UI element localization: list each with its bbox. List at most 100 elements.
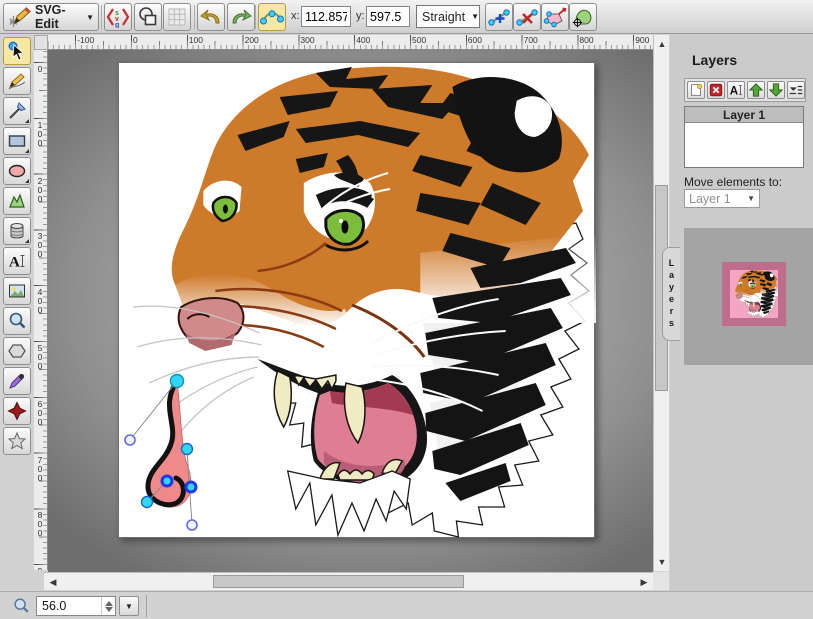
delete-layer-icon [708, 82, 724, 98]
scroll-left-arrow-icon[interactable]: ◀ [46, 575, 60, 589]
vruler-label: 900 [35, 566, 45, 570]
spinner-up-icon[interactable] [105, 601, 113, 606]
hruler-label: 400 [356, 35, 370, 45]
add-sub-path-icon [571, 6, 595, 28]
undo-button[interactable] [197, 3, 225, 31]
svg-text:g: g [115, 22, 119, 28]
rename-layer-icon: A [728, 82, 744, 98]
statusbar-separator [146, 595, 147, 617]
tool-select[interactable] [3, 37, 31, 65]
ruler-corner [34, 35, 48, 50]
undo-icon [199, 6, 223, 28]
vruler-label: 0 [35, 64, 45, 73]
tool-zoom[interactable] [3, 307, 31, 335]
canvas-workspace[interactable] [48, 50, 653, 572]
insert-node-icon [487, 6, 511, 28]
zoom-level-input[interactable]: 56.0 [36, 596, 116, 616]
scroll-down-arrow-icon[interactable]: ▼ [655, 555, 669, 569]
layers-tab-label: Layers [667, 258, 677, 330]
tool-shape-library[interactable] [3, 217, 31, 245]
svg-text:A: A [730, 85, 739, 97]
vruler-label: 500 [35, 343, 45, 370]
select-chevron-down-icon: ▼ [747, 194, 755, 203]
path-node-highlight [162, 476, 172, 486]
tool-ellipse[interactable] [3, 157, 31, 185]
layer-thumbnail-frame[interactable] [722, 262, 786, 326]
layer-thumbnail [730, 270, 778, 318]
flyout-arrow-icon [25, 179, 29, 183]
tool-eyedropper[interactable] [3, 367, 31, 395]
tool-palette: A [0, 34, 34, 619]
delete-node-button[interactable] [513, 3, 541, 31]
line-icon [7, 101, 27, 121]
image-icon [7, 281, 27, 301]
x-coordinate-input[interactable] [301, 6, 351, 27]
hruler-label: 0 [133, 35, 138, 45]
open-path-button[interactable] [541, 3, 569, 31]
redo-button[interactable] [227, 3, 255, 31]
tool-polygon[interactable] [3, 337, 31, 365]
zoom-level-value: 56.0 [37, 599, 101, 613]
wireframe-button[interactable] [134, 3, 162, 31]
horizontal-ruler: -10001002003004005006007008009001000 [48, 35, 653, 50]
add-sub-path-button[interactable] [569, 3, 597, 31]
source-editor-button[interactable]: s v g [104, 3, 132, 31]
magnifier-icon [7, 311, 27, 331]
layers-panel-collapse-tab[interactable]: Layers [662, 247, 680, 341]
zoom-magnifier-icon [12, 597, 30, 615]
x-coordinate-label: x: [291, 10, 300, 22]
move-elements-value: Layer 1 [689, 192, 731, 206]
segment-type-select[interactable]: Straight ▼ [416, 5, 480, 28]
app-title: SVG-Edit [35, 3, 83, 31]
grid-icon [166, 6, 188, 28]
svg-text:A: A [9, 255, 20, 271]
move-layer-down-button[interactable] [767, 81, 785, 99]
path-node-selected [171, 375, 184, 388]
new-layer-button[interactable] [687, 81, 705, 99]
rename-layer-button[interactable]: A [727, 81, 745, 99]
layer-buttons-row: A [684, 78, 806, 102]
tool-star[interactable] [3, 427, 31, 455]
zoom-preset-dropdown[interactable]: ▼ [119, 596, 139, 616]
app-logo-icon [8, 5, 32, 29]
path-node-highlight [186, 482, 196, 492]
hruler-label: 800 [579, 35, 593, 45]
grid-button[interactable] [163, 3, 191, 31]
scroll-right-arrow-icon[interactable]: ▶ [637, 575, 651, 589]
spinner-down-icon[interactable] [105, 607, 113, 612]
layers-panel-title: Layers [692, 52, 737, 68]
horizontal-scroll-thumb[interactable] [213, 575, 464, 588]
layer-list[interactable]: Layer 1 [684, 106, 804, 168]
hruler-label: 200 [245, 35, 259, 45]
tool-text[interactable]: A [3, 247, 31, 275]
tool-pencil[interactable] [3, 67, 31, 95]
link-control-points-toggle[interactable] [258, 3, 286, 31]
hruler-label: 300 [300, 35, 314, 45]
eyedropper-icon [7, 371, 27, 391]
tool-line[interactable] [3, 97, 31, 125]
tool-image[interactable] [3, 277, 31, 305]
tool-path[interactable] [3, 187, 31, 215]
hruler-label: -100 [77, 35, 94, 45]
vertical-ruler: 0100200300400500600700800900 [34, 50, 48, 570]
move-layer-up-button[interactable] [747, 81, 765, 99]
delete-layer-button[interactable] [707, 81, 725, 99]
layer-row-active[interactable]: Layer 1 [685, 107, 803, 123]
scroll-up-arrow-icon[interactable]: ▲ [655, 37, 669, 51]
redo-icon [229, 6, 253, 28]
ellipse-icon [7, 161, 27, 181]
flyout-arrow-icon [25, 239, 29, 243]
tool-rectangle[interactable] [3, 127, 31, 155]
layer-menu-button[interactable] [787, 81, 805, 99]
text-icon: A [7, 251, 27, 271]
insert-node-button[interactable] [485, 3, 513, 31]
horizontal-scrollbar[interactable]: ◀ ▶ [44, 572, 653, 590]
y-coordinate-input[interactable] [366, 6, 410, 27]
move-elements-select[interactable]: Layer 1 ▼ [684, 189, 760, 208]
path-edit-overlay [48, 50, 653, 572]
vruler-label: 400 [35, 287, 45, 314]
main-menu-button[interactable]: SVG-Edit ▼ [3, 3, 99, 31]
vruler-label: 100 [35, 120, 45, 147]
tool-cross-shape[interactable] [3, 397, 31, 425]
zoom-spinner[interactable] [101, 597, 115, 615]
